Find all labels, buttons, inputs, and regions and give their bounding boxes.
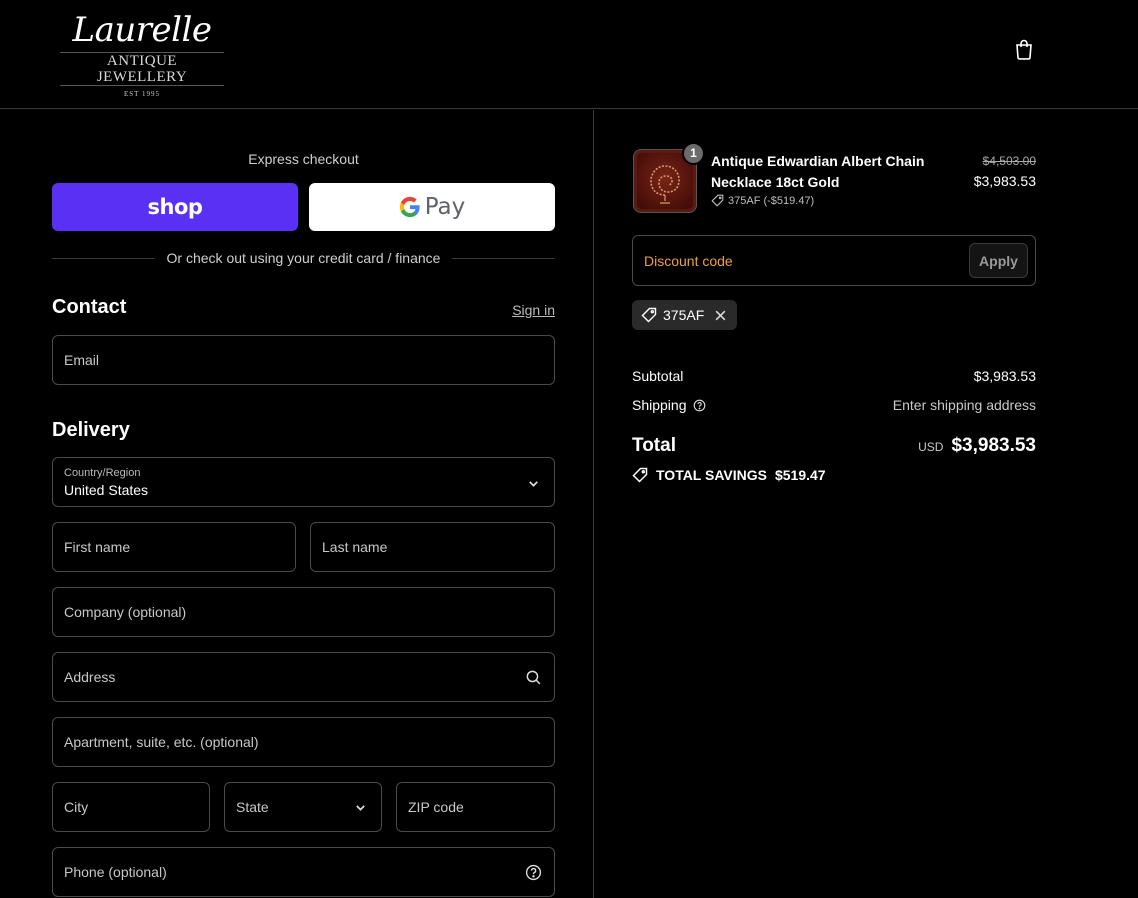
brand-name: Laurelle <box>72 10 213 50</box>
total-row: Total USD $3,983.53 <box>632 435 1036 461</box>
shipping-value: Enter shipping address <box>892 397 1036 413</box>
email-field[interactable]: Email <box>52 335 555 385</box>
subtotal-row: Subtotal $3,983.53 <box>632 368 1036 388</box>
product-name: Antique Edwardian Albert Chain Necklace … <box>711 153 925 190</box>
apartment-field[interactable]: Apartment, suite, etc. (optional) <box>52 717 555 767</box>
total-label: Total <box>632 435 676 456</box>
shop-pay-label: shop <box>147 195 203 219</box>
discount-code-placeholder: Discount code <box>644 253 733 269</box>
divider-rule-right <box>452 257 556 259</box>
subtotal-value: $3,983.53 <box>973 368 1036 384</box>
shipping-label: Shipping <box>632 397 687 413</box>
company-placeholder: Company (optional) <box>64 604 187 620</box>
shipping-row: Shipping Enter shipping address <box>632 397 1036 417</box>
close-icon[interactable] <box>714 309 727 322</box>
current-price: $3,983.53 <box>973 173 1036 189</box>
help-circle-icon[interactable] <box>693 399 706 412</box>
city-field[interactable]: City <box>52 782 210 832</box>
discount-code-field[interactable]: Discount code Apply <box>632 235 1036 286</box>
column-divider <box>593 110 594 898</box>
last-name-placeholder: Last name <box>322 539 388 555</box>
city-placeholder: City <box>64 799 89 815</box>
google-g-icon <box>399 196 420 218</box>
shop-pay-button[interactable]: shop <box>52 183 298 231</box>
product-discount-text: 375AF (-$519.47) <box>728 194 815 207</box>
payment-divider: Or check out using your credit card / fi… <box>52 250 556 266</box>
company-field[interactable]: Company (optional) <box>52 587 555 637</box>
address-field[interactable]: Address <box>52 652 555 702</box>
applied-code-text: 375AF <box>663 307 705 323</box>
product-thumbnail: 1 <box>633 142 705 213</box>
savings-value: $519.47 <box>774 467 826 483</box>
state-select[interactable]: State <box>224 782 382 832</box>
tag-icon <box>711 194 724 207</box>
help-circle-icon[interactable] <box>525 864 542 881</box>
divider-text: Or check out using your credit card / fi… <box>166 250 441 266</box>
chevron-down-icon <box>529 481 538 487</box>
applied-discount-chip: 375AF <box>632 300 737 330</box>
phone-field[interactable]: Phone (optional) <box>52 847 555 897</box>
express-checkout-title: Express checkout <box>248 151 359 167</box>
delivery-title: Delivery <box>52 419 130 441</box>
country-label: Country/Region <box>64 467 141 479</box>
shipping-label-group: Shipping <box>632 397 706 413</box>
country-value: United States <box>64 482 149 498</box>
brand-logo[interactable]: Laurelle ANTIQUE JEWELLERY EST 1995 <box>60 10 224 98</box>
apply-button[interactable]: Apply <box>969 243 1028 278</box>
first-name-field[interactable]: First name <box>52 522 296 572</box>
phone-placeholder: Phone (optional) <box>64 864 167 880</box>
product-discount: 375AF (-$519.47) <box>711 194 814 207</box>
tag-icon <box>632 467 648 483</box>
apartment-placeholder: Apartment, suite, etc. (optional) <box>64 734 259 750</box>
original-price: $4,503.00 <box>982 154 1036 168</box>
total-value: $3,983.53 <box>951 435 1036 456</box>
savings-label: TOTAL SAVINGS <box>656 467 767 483</box>
tag-icon <box>641 307 657 323</box>
address-placeholder: Address <box>64 669 116 685</box>
chevron-down-icon <box>356 805 365 811</box>
total-currency: USD <box>918 440 944 454</box>
sign-in-link[interactable]: Sign in <box>512 302 555 318</box>
subtotal-label: Subtotal <box>632 368 684 384</box>
country-select[interactable]: Country/Region United States <box>52 457 555 507</box>
quantity-badge: 1 <box>682 142 705 165</box>
google-pay-button[interactable]: Pay <box>309 183 555 231</box>
contact-title: Contact <box>52 296 127 318</box>
email-placeholder: Email <box>64 352 100 368</box>
site-header: Laurelle ANTIQUE JEWELLERY EST 1995 <box>0 0 1138 109</box>
brand-est: EST 1995 <box>123 90 161 98</box>
state-placeholder: State <box>236 799 269 815</box>
zip-field[interactable]: ZIP code <box>396 782 555 832</box>
google-pay-label: Pay <box>424 194 466 220</box>
search-icon[interactable] <box>525 669 542 686</box>
last-name-field[interactable]: Last name <box>310 522 555 572</box>
divider-rule-left <box>52 257 155 259</box>
total-savings: TOTAL SAVINGS $519.47 <box>632 467 826 483</box>
brand-tagline: ANTIQUE JEWELLERY <box>60 52 224 86</box>
total-value-group: USD $3,983.53 <box>918 435 1036 457</box>
shopping-bag-icon[interactable] <box>1012 37 1036 61</box>
first-name-placeholder: First name <box>64 539 131 555</box>
zip-placeholder: ZIP code <box>408 799 464 815</box>
